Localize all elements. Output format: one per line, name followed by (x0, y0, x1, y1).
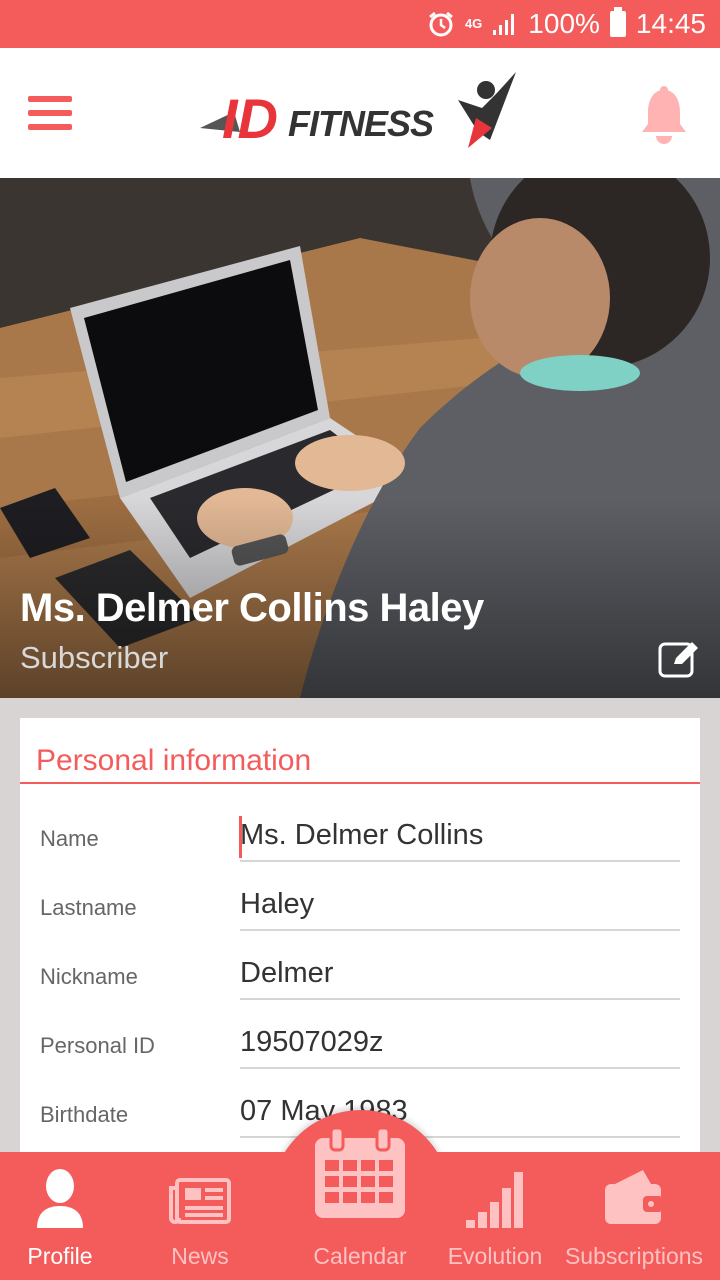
nickname-field[interactable] (240, 948, 680, 1000)
hamburger-menu-icon[interactable] (28, 96, 72, 130)
nav-news[interactable]: News (140, 1152, 260, 1280)
newspaper-icon (169, 1178, 231, 1224)
profile-header: Ms. Delmer Collins Haley Subscriber (0, 178, 720, 698)
calendar-icon (315, 1128, 405, 1218)
logo-text-fitness: FITNESS (288, 103, 434, 144)
personal-id-field[interactable] (240, 1017, 680, 1069)
field-label: Personal ID (40, 1033, 155, 1058)
network-type: 4G (464, 16, 483, 31)
wallet-icon (605, 1170, 663, 1224)
nav-label: Evolution (447, 1243, 543, 1269)
lastname-field[interactable] (240, 879, 680, 931)
clock-time: 14:45 (635, 8, 706, 39)
app-bar: ID FITNESS (0, 48, 720, 178)
battery-icon (609, 7, 626, 37)
text-cursor (239, 816, 242, 858)
alarm-clock-icon (427, 10, 455, 38)
signal-bars-icon (466, 1172, 523, 1228)
edit-profile-icon[interactable] (658, 638, 700, 678)
field-label: Lastname (40, 895, 137, 920)
nav-label: News (171, 1243, 229, 1269)
nav-label: Calendar (313, 1243, 407, 1269)
notification-bell-icon[interactable] (638, 86, 690, 144)
nav-calendar[interactable]: Calendar (290, 1128, 430, 1280)
field-row-nickname: Nickname (20, 948, 700, 1017)
logo-text-id: ID (222, 87, 278, 150)
card-title-divider (20, 782, 700, 784)
field-row-lastname: Lastname (20, 879, 700, 948)
battery-percent: 100% (528, 8, 600, 39)
nav-profile[interactable]: Profile (0, 1152, 120, 1280)
person-icon (37, 1169, 83, 1228)
nav-evolution[interactable]: Evolution (440, 1152, 550, 1280)
name-field[interactable] (240, 810, 680, 862)
field-row-personal-id: Personal ID (20, 1017, 700, 1086)
field-label: Nickname (40, 964, 138, 989)
app-logo: ID FITNESS (200, 72, 516, 150)
field-label: Name (40, 826, 99, 851)
status-bar: 4G 100% 14:45 (0, 0, 720, 48)
personal-info-card: Personal information Name Lastname Nickn… (20, 718, 700, 1178)
signal-icon (492, 12, 518, 36)
profile-full-name: Ms. Delmer Collins Haley (20, 586, 484, 630)
nav-label: Profile (27, 1243, 93, 1269)
nav-label: Subscriptions (564, 1243, 704, 1269)
card-title: Personal information (36, 744, 312, 777)
profile-role: Subscriber (20, 640, 169, 675)
field-label: Birthdate (40, 1102, 129, 1127)
field-row-name: Name (20, 810, 700, 879)
nav-subscriptions[interactable]: Subscriptions (562, 1152, 706, 1280)
